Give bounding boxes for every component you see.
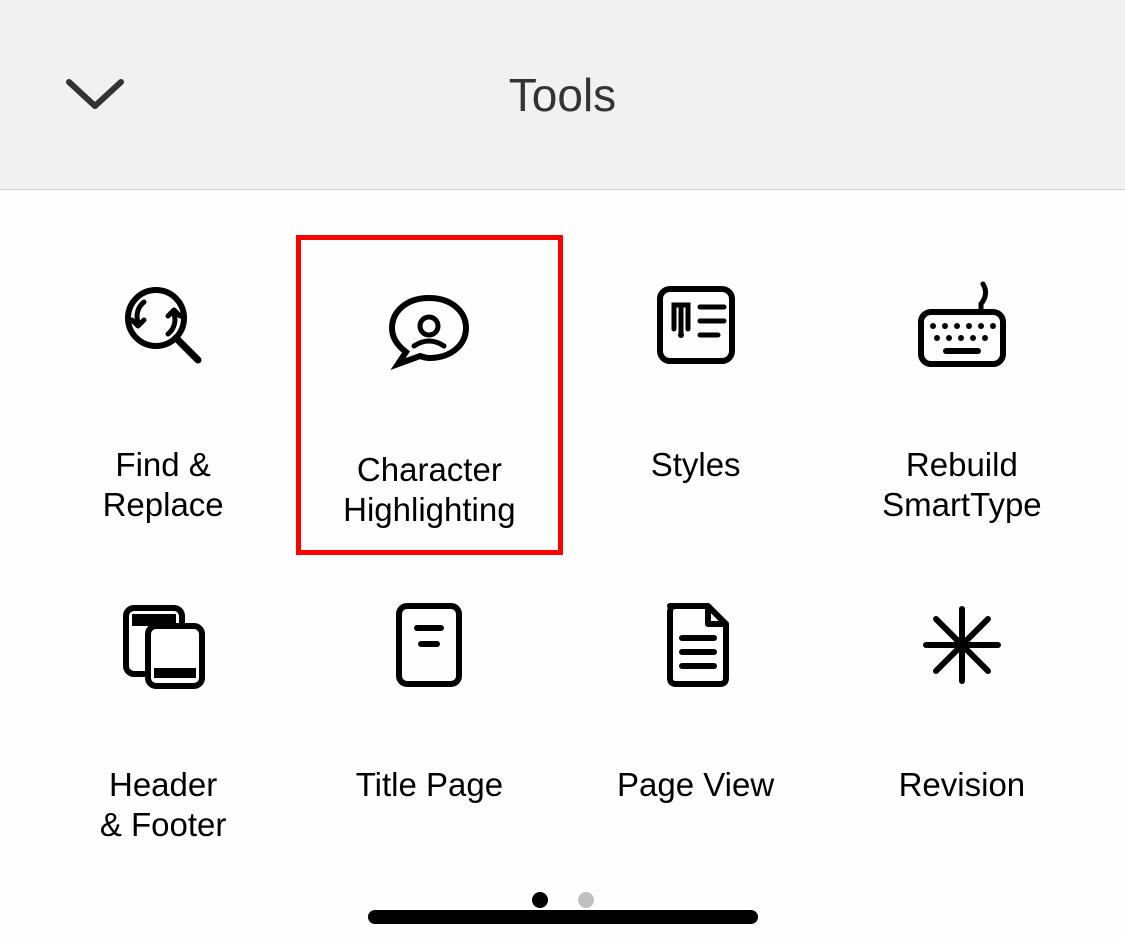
close-panel-button[interactable] (55, 55, 135, 135)
page-dot-1[interactable] (532, 892, 548, 908)
tool-label: Revision (899, 765, 1026, 805)
tool-find-replace[interactable]: Find & Replace (30, 235, 296, 555)
tool-label: Find & Replace (103, 445, 224, 524)
tool-rebuild-smarttype[interactable]: Rebuild SmartType (829, 235, 1095, 555)
header: Tools (0, 0, 1125, 190)
find-replace-icon (113, 275, 213, 375)
pagination-dots[interactable] (532, 892, 594, 908)
header-footer-icon (113, 595, 213, 695)
tool-label: Page View (617, 765, 774, 805)
page-dot-2[interactable] (578, 892, 594, 908)
character-highlighting-icon (379, 280, 479, 380)
rebuild-smarttype-icon (912, 275, 1012, 375)
tool-label: Styles (651, 445, 741, 485)
tool-label: Header & Footer (100, 765, 227, 844)
tool-revision[interactable]: Revision (829, 555, 1095, 875)
tools-grid: Find & Replace Character Highlighting St… (0, 190, 1125, 875)
home-indicator[interactable] (368, 910, 758, 924)
tool-label: Title Page (356, 765, 503, 805)
tool-title-page[interactable]: Title Page (296, 555, 562, 875)
tool-label: Rebuild SmartType (882, 445, 1042, 524)
tool-header-footer[interactable]: Header & Footer (30, 555, 296, 875)
revision-icon (912, 595, 1012, 695)
tool-styles[interactable]: Styles (563, 235, 829, 555)
panel-title: Tools (509, 68, 616, 122)
tool-character-highlighting[interactable]: Character Highlighting (296, 235, 562, 555)
page-view-icon (646, 595, 746, 695)
chevron-down-icon (65, 78, 125, 112)
tool-label: Character Highlighting (343, 450, 515, 529)
title-page-icon (379, 595, 479, 695)
styles-icon (646, 275, 746, 375)
tool-page-view[interactable]: Page View (563, 555, 829, 875)
